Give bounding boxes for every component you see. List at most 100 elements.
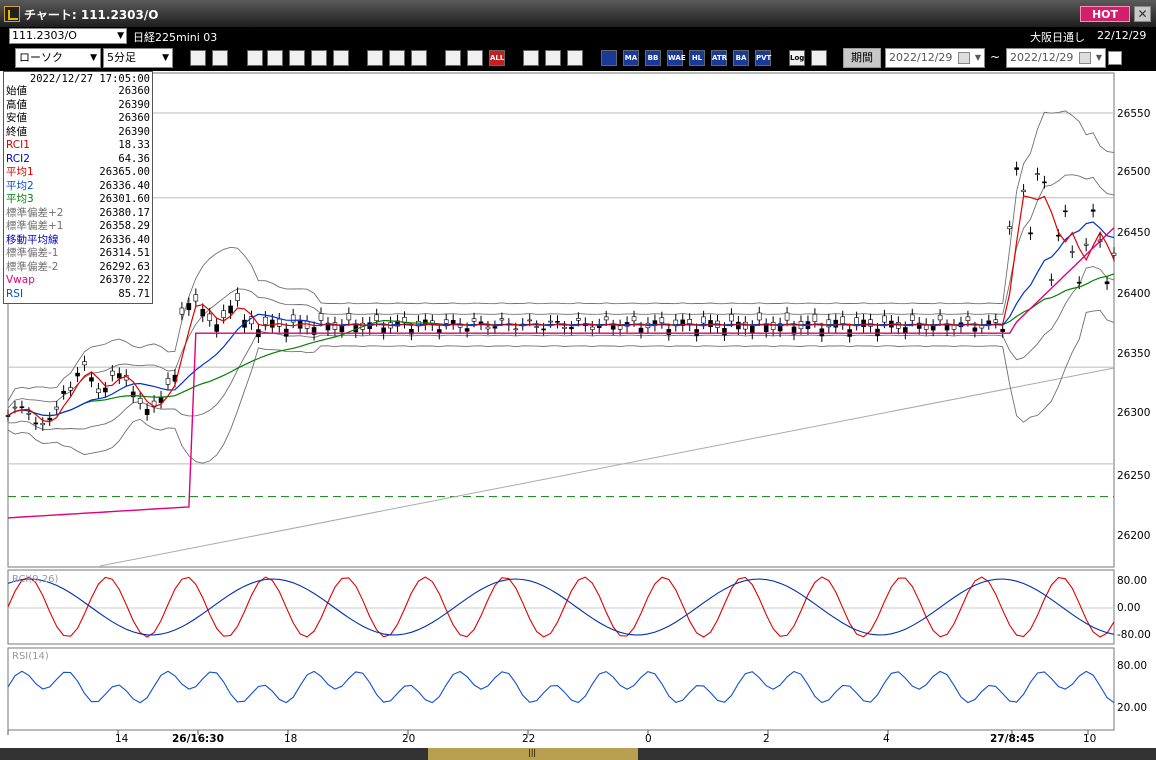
candle-body bbox=[207, 313, 213, 321]
candle-body bbox=[729, 314, 734, 322]
candle-body bbox=[784, 312, 790, 321]
ma3-line bbox=[7, 273, 1115, 417]
candle-body bbox=[1000, 328, 1006, 332]
vwap-line bbox=[7, 227, 1115, 519]
candle-body bbox=[1035, 173, 1040, 175]
candle-body bbox=[756, 312, 762, 321]
info-label: 標準偏差-1 bbox=[6, 247, 59, 259]
candle-body bbox=[1056, 234, 1061, 237]
candle-body bbox=[221, 310, 226, 318]
candle-body bbox=[318, 313, 324, 321]
info-label: 高値 bbox=[6, 98, 27, 111]
scrollbar-thumb[interactable]: ||| bbox=[428, 748, 638, 760]
bollinger-line bbox=[7, 174, 1115, 409]
info-row: 安値 26360 bbox=[6, 112, 150, 126]
price-chart[interactable] bbox=[0, 0, 1156, 760]
candle-body bbox=[819, 328, 825, 337]
candle-body bbox=[993, 319, 999, 323]
candle-body bbox=[499, 318, 505, 321]
candle-body bbox=[833, 319, 839, 328]
candle-body bbox=[33, 422, 39, 425]
time-tick: 26/16:30 bbox=[172, 733, 224, 745]
info-label: RCI1 bbox=[6, 139, 30, 151]
candle-body bbox=[548, 320, 553, 323]
candle-body bbox=[1007, 226, 1012, 230]
rsi-tick: 80.00 bbox=[1117, 660, 1148, 672]
candle-body bbox=[96, 388, 101, 393]
candle-body bbox=[235, 293, 240, 301]
info-label: RSI bbox=[6, 287, 24, 300]
candle-body bbox=[617, 325, 623, 330]
candle-body bbox=[882, 315, 887, 323]
ma1-line bbox=[7, 195, 1115, 423]
time-tick: 2 bbox=[763, 733, 770, 745]
candle-body bbox=[534, 326, 539, 328]
info-row: 標準偏差+2 26380.17 bbox=[6, 207, 150, 221]
info-value: 26380.17 bbox=[99, 206, 150, 219]
info-value: 26358.29 bbox=[99, 220, 150, 232]
info-row: 高値 26390 bbox=[6, 99, 150, 113]
candle-body bbox=[200, 309, 206, 317]
candle-body bbox=[1042, 181, 1047, 184]
info-label: 標準偏差+1 bbox=[6, 220, 64, 232]
candle-body bbox=[61, 390, 66, 394]
chart-window: チャート: 111.2303/O HOT ✕ 111.2303/O ▼ 日経225… bbox=[0, 0, 1156, 760]
candle-body bbox=[861, 319, 866, 327]
candle-body bbox=[638, 327, 644, 333]
candle-body bbox=[1111, 252, 1117, 256]
candle-body bbox=[374, 314, 379, 321]
moving-averages bbox=[7, 195, 1115, 519]
candle-body bbox=[944, 325, 950, 331]
candle-body bbox=[1069, 251, 1075, 253]
candle-body bbox=[443, 319, 449, 324]
info-label: 終値 bbox=[6, 125, 27, 138]
time-tick: 27/8:45 bbox=[990, 733, 1035, 745]
candle-body bbox=[1090, 209, 1096, 212]
price-tick: 26250 bbox=[1117, 470, 1151, 482]
candle-body bbox=[492, 326, 498, 329]
info-row: 平均3 26301.60 bbox=[6, 193, 150, 207]
candle-body bbox=[179, 307, 185, 315]
price-tick: 26400 bbox=[1117, 288, 1151, 300]
candle-body bbox=[186, 303, 192, 311]
info-value: 18.33 bbox=[118, 139, 150, 151]
rci-tick: 80.00 bbox=[1117, 575, 1148, 587]
info-value: 26292.63 bbox=[99, 260, 150, 273]
price-tick: 26500 bbox=[1117, 166, 1151, 178]
candle-body bbox=[576, 318, 581, 321]
info-value: 26336.40 bbox=[99, 179, 150, 192]
candle-body bbox=[110, 370, 115, 376]
info-row: Vwap 26370.22 bbox=[6, 274, 150, 288]
candle-body bbox=[12, 406, 18, 409]
price-tick: 26350 bbox=[1117, 348, 1151, 360]
candle-body bbox=[854, 317, 859, 325]
time-tick: 14 bbox=[115, 733, 129, 745]
time-tick: 22 bbox=[522, 733, 536, 745]
candle-body bbox=[290, 314, 296, 323]
candle-body bbox=[590, 326, 595, 330]
info-value: 64.36 bbox=[118, 152, 150, 165]
bollinger-bands bbox=[7, 110, 1115, 464]
candle-body bbox=[471, 318, 477, 322]
info-value: 26314.51 bbox=[99, 247, 150, 259]
candle-body bbox=[214, 324, 219, 332]
candle-body bbox=[165, 378, 171, 385]
price-tick: 26300 bbox=[1117, 407, 1151, 419]
rci1-line bbox=[7, 576, 1115, 638]
time-tick: 4 bbox=[883, 733, 890, 745]
info-row: 平均2 26336.40 bbox=[6, 180, 150, 194]
candle-body bbox=[1083, 243, 1089, 246]
bollinger-line bbox=[7, 110, 1115, 402]
candle-body bbox=[694, 329, 699, 336]
candle-body bbox=[965, 316, 971, 321]
ohlc-info-panel: 2022/12/27 17:05:00 始値 26360 高値 26390 安値 2636… bbox=[3, 71, 153, 304]
info-row: 標準偏差+1 26358.29 bbox=[6, 220, 150, 234]
candle-body bbox=[763, 324, 769, 332]
trend-line bbox=[99, 367, 1115, 567]
candle-body bbox=[450, 320, 456, 324]
candle-body bbox=[1076, 281, 1082, 284]
rci-panel-label: RCI(9,26) bbox=[12, 574, 59, 585]
info-label: Vwap bbox=[6, 274, 35, 286]
time-tick: 10 bbox=[1083, 733, 1097, 745]
candle-body bbox=[5, 415, 11, 417]
